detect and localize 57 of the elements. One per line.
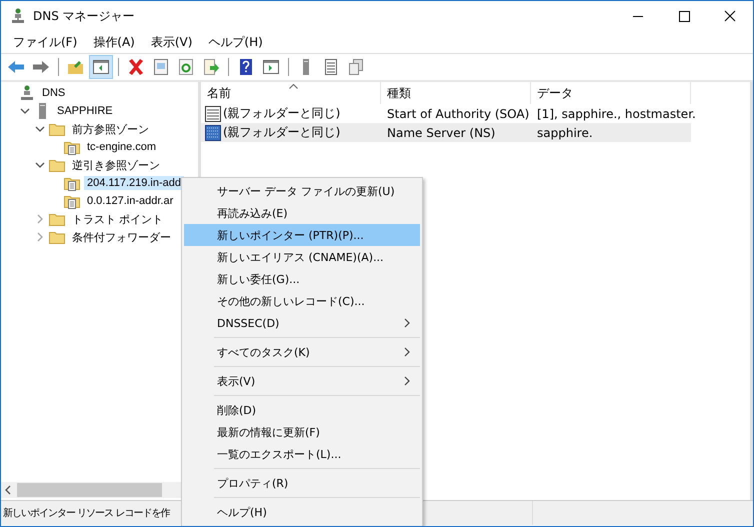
menu-item[interactable]: 一覧のエクスポート(L)... [184, 443, 420, 465]
menu-item[interactable]: 新しい委任(G)... [184, 268, 420, 290]
tree-item[interactable]: 204.117.219.in-add [84, 176, 184, 190]
expand-chevron-icon[interactable] [35, 214, 45, 224]
table-cell: sapphire. [537, 126, 593, 140]
window-title: DNS マネージャー [33, 8, 135, 24]
menu-item[interactable]: サーバー データ ファイルの更新(U) [184, 180, 420, 202]
table-cell: (親フォルダーと同じ) [223, 105, 340, 122]
menu-item[interactable]: ファイル(F) [7, 34, 84, 50]
column-header[interactable]: データ [537, 84, 573, 102]
menu-item[interactable]: 表示(V) [144, 34, 198, 50]
menu-item[interactable]: ヘルプ(H) [202, 34, 269, 50]
menu-item[interactable]: ヘルプ(H) [184, 501, 420, 523]
menu-item[interactable]: 新しいエイリアス (CNAME)(A)... [184, 246, 420, 268]
scrollbar-thumb[interactable] [17, 483, 162, 497]
collapse-chevron-icon[interactable] [35, 160, 45, 170]
record-icon [205, 124, 221, 140]
menu-item[interactable]: 操作(A) [87, 34, 141, 50]
tree-item[interactable]: DNS [39, 86, 68, 100]
table-cell: [1], sapphire., hostmaster. [537, 106, 696, 120]
tree-item[interactable]: 0.0.127.in-addr.ar [84, 194, 176, 208]
menu-item[interactable]: 再読み込み(E) [184, 202, 420, 224]
zone-file-icon [64, 175, 80, 191]
menu-item[interactable]: すべてのタスク(K) [184, 341, 420, 363]
sort-caret-icon [289, 84, 298, 89]
record-icon [205, 106, 221, 122]
menu-item[interactable]: 表示(V) [184, 370, 420, 392]
folder-icon [49, 229, 65, 245]
folder-icon [49, 211, 65, 227]
folder-icon [49, 121, 65, 137]
tree-item[interactable]: SAPPHIRE [54, 104, 116, 118]
network-icon [19, 85, 35, 101]
column-header[interactable]: 種類 [387, 84, 411, 102]
collapse-chevron-icon[interactable] [20, 106, 30, 116]
table-cell: (親フォルダーと同じ) [223, 124, 340, 141]
menu-item[interactable]: プロパティ(R) [184, 472, 420, 494]
tree-item[interactable]: 逆引き参照ゾーン [69, 156, 163, 174]
menu-item[interactable]: 最新の情報に更新(F) [184, 421, 420, 443]
zone-file-icon [64, 139, 80, 155]
tree-item[interactable]: 条件付フォワーダー [69, 228, 174, 246]
tree-item[interactable]: tc-engine.com [84, 140, 160, 154]
menu-item[interactable]: DNSSEC(D) [184, 312, 420, 334]
folder-icon [49, 157, 65, 173]
collapse-chevron-icon[interactable] [35, 124, 45, 134]
column-header[interactable]: 名前 [207, 84, 231, 102]
expand-chevron-icon[interactable] [35, 232, 45, 242]
zone-file-icon [64, 193, 80, 209]
tree-item[interactable]: 前方参照ゾーン [69, 120, 152, 138]
console-tree-icon[interactable] [89, 55, 113, 79]
menu-item[interactable]: 新しいポインター (PTR)(P)... [184, 224, 420, 246]
menu-item[interactable]: 削除(D) [184, 399, 420, 421]
table-cell: Start of Authority (SOA) [387, 106, 530, 120]
tree-item[interactable]: トラスト ポイント [69, 210, 166, 228]
network-icon [11, 8, 25, 24]
table-cell: Name Server (NS) [387, 126, 496, 140]
menu-item[interactable]: その他の新しいレコード(C)... [184, 290, 420, 312]
status-text: 新しいポインター リソース レコードを作 [2, 506, 170, 520]
